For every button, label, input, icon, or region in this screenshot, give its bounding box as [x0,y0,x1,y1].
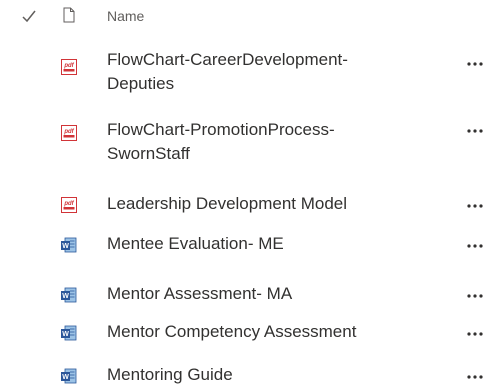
svg-text:W: W [62,243,69,250]
more-options-icon[interactable] [466,61,484,67]
more-options-icon[interactable] [466,243,484,249]
file-name-line: FlowChart-PromotionProcess- [107,120,335,139]
name-column-header[interactable]: Name [107,8,144,24]
pdf-file-icon: pdf [61,59,77,75]
more-options-icon[interactable] [466,374,484,380]
svg-text:W: W [62,293,69,300]
file-name-link[interactable]: FlowChart-CareerDevelopment- Deputies [107,48,437,96]
document-icon [63,7,75,23]
file-row[interactable]: pdf FlowChart-PromotionProcess- SwornSta… [0,116,495,172]
svg-text:pdf: pdf [63,63,74,69]
word-file-icon: W [61,237,77,253]
file-row[interactable]: pdf FlowChart-CareerDevelopment- Deputie… [0,46,495,102]
more-options-icon[interactable] [466,331,484,337]
svg-text:pdf: pdf [63,201,74,207]
file-name-link[interactable]: Leadership Development Model [107,192,437,216]
file-row[interactable]: W Mentor Competency Assessment [0,318,495,350]
more-options-icon[interactable] [466,128,484,134]
svg-text:W: W [62,374,69,381]
more-options-icon[interactable] [466,203,484,209]
file-name-link[interactable]: Mentor Competency Assessment [107,320,437,344]
pdf-file-icon: pdf [61,125,77,141]
checkmark-icon[interactable] [22,8,36,24]
file-row[interactable]: pdf Leadership Development Model [0,190,495,222]
file-name-line: Deputies [107,74,175,93]
file-name-line: SwornStaff [107,144,190,163]
word-file-icon: W [61,368,77,384]
more-options-icon[interactable] [466,293,484,299]
word-file-icon: W [61,287,77,303]
file-name-line: FlowChart-CareerDevelopment- [107,50,348,69]
file-name-link[interactable]: Mentoring Guide [107,363,437,387]
pdf-file-icon: pdf [61,197,77,213]
file-row[interactable]: W Mentoring Guide [0,358,495,390]
file-row[interactable]: W Mentor Assessment- MA [0,280,495,312]
svg-text:pdf: pdf [63,129,74,135]
file-row[interactable]: W Mentee Evaluation- ME [0,230,495,262]
file-name-link[interactable]: Mentee Evaluation- ME [107,232,437,256]
file-name-link[interactable]: Mentor Assessment- MA [107,282,437,306]
word-file-icon: W [61,325,77,341]
file-name-link[interactable]: FlowChart-PromotionProcess- SwornStaff [107,118,437,166]
svg-text:W: W [62,331,69,338]
list-header: Name [0,0,495,36]
